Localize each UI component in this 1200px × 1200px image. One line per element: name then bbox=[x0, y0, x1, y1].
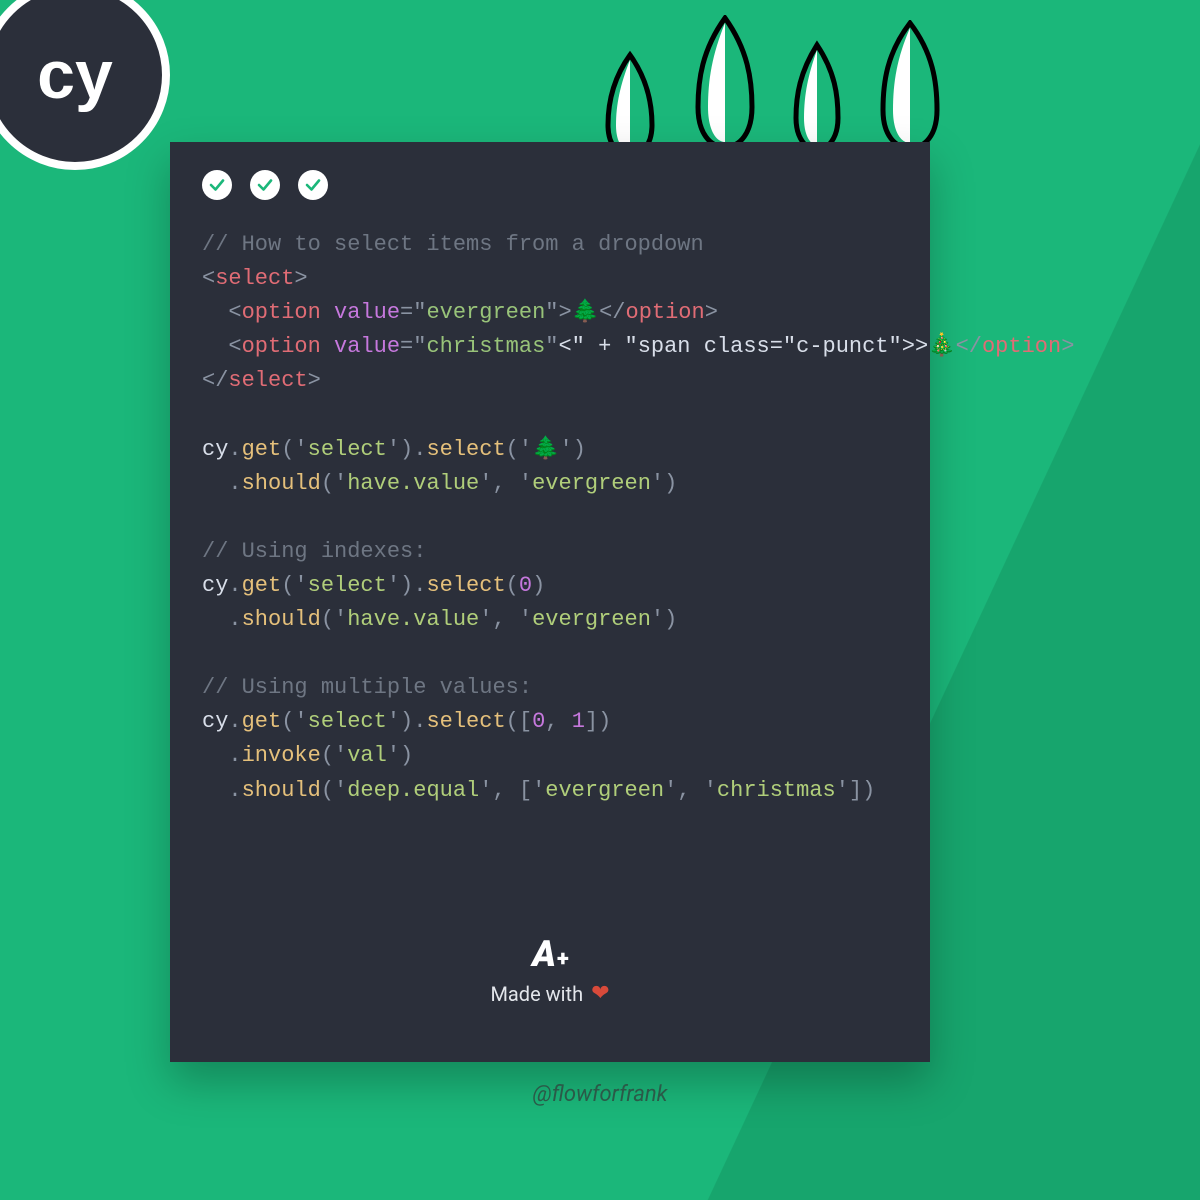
code-comment: // Using indexes: bbox=[202, 539, 426, 564]
check-icon bbox=[298, 170, 328, 200]
code-card: // How to select items from a dropdown <… bbox=[170, 142, 930, 1062]
code-comment: // How to select items from a dropdown bbox=[202, 232, 704, 257]
heart-icon: ❤ bbox=[591, 981, 609, 1006]
code-comment: // Using multiple values: bbox=[202, 675, 532, 700]
code-block: // How to select items from a dropdown <… bbox=[202, 228, 898, 808]
cypress-logo-text: cy bbox=[37, 36, 113, 114]
made-with-label: Made with ❤ bbox=[490, 981, 609, 1006]
check-icon bbox=[250, 170, 280, 200]
brand-plus: + bbox=[557, 947, 568, 972]
author-handle: @flowforfrank bbox=[0, 1082, 1200, 1107]
check-row bbox=[202, 170, 898, 200]
footer-brand: A+ Made with ❤ bbox=[170, 933, 930, 1006]
brand-logo: A+ bbox=[532, 933, 568, 975]
check-icon bbox=[202, 170, 232, 200]
brand-a: A bbox=[532, 933, 555, 975]
